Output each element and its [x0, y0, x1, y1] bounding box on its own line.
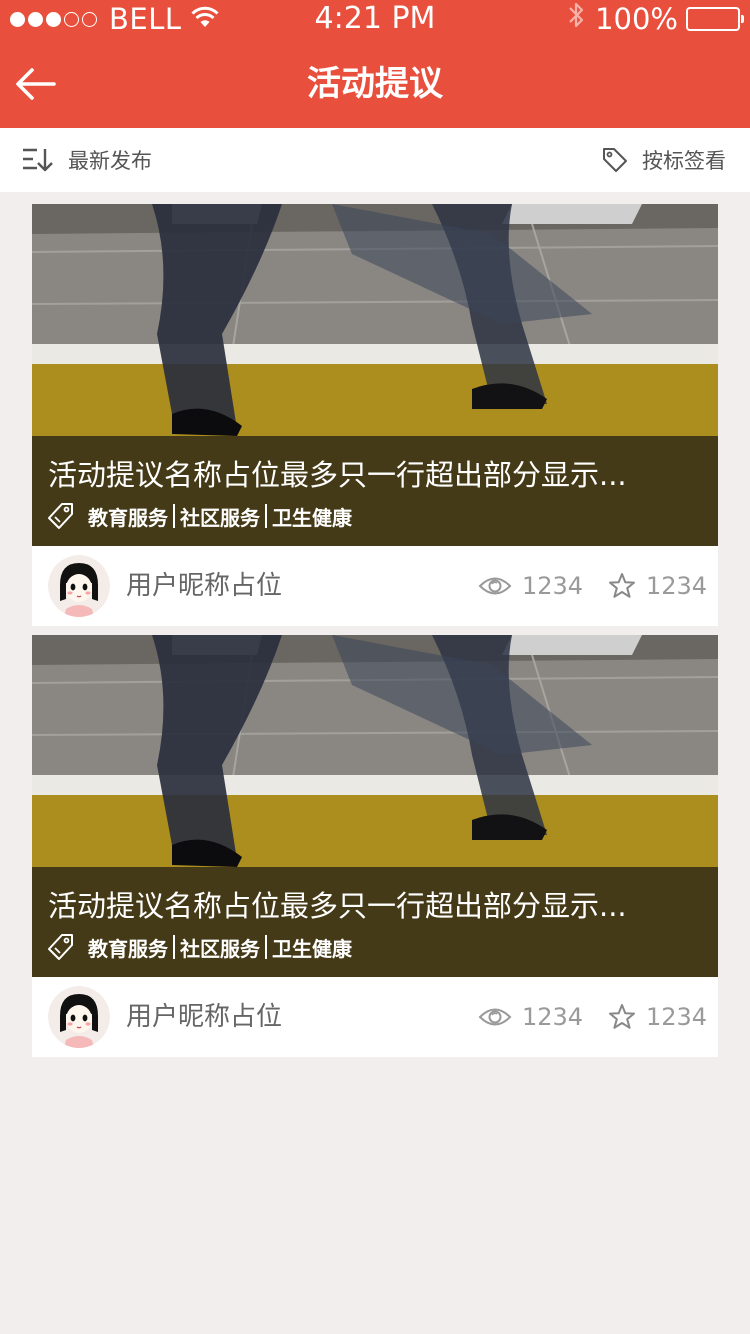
tag-list: 教育服务 社区服务 卫生健康 [48, 501, 352, 531]
tag-label[interactable]: 教育服务 [88, 502, 168, 531]
status-bar: BELL 4:21 PM 100% [0, 0, 750, 40]
view-count-value: 1234 [522, 1003, 584, 1031]
favorite-count-value: 1234 [646, 572, 708, 600]
card-footer: 用户昵称占位 1234 1234 [32, 977, 718, 1057]
sort-label: 最新发布 [68, 149, 152, 173]
app-header: BELL 4:21 PM 100% 活动提议 [0, 0, 750, 128]
view-count: 1234 [478, 977, 583, 1057]
tag-separator [173, 504, 175, 528]
sort-desc-icon [23, 148, 53, 172]
username[interactable]: 用户昵称占位 [126, 977, 282, 1057]
favorite-count-value: 1234 [646, 1003, 708, 1031]
star-icon [609, 573, 635, 598]
card-title: 活动提议名称占位最多只一行超出部分显示... [48, 458, 627, 492]
tag-label[interactable]: 卫生健康 [272, 502, 352, 531]
back-button[interactable] [14, 62, 58, 106]
username[interactable]: 用户昵称占位 [126, 546, 282, 626]
tag-label[interactable]: 社区服务 [180, 502, 260, 531]
proposal-card[interactable]: 活动提议名称占位最多只一行超出部分显示... 教育服务 社区服务 卫生健康 用户… [32, 204, 718, 626]
card-footer: 用户昵称占位 1234 1234 [32, 546, 718, 626]
sort-button[interactable]: 最新发布 [22, 128, 152, 192]
tag-separator [265, 935, 267, 959]
card-title: 活动提议名称占位最多只一行超出部分显示... [48, 889, 627, 923]
tag-separator [173, 935, 175, 959]
card-caption: 活动提议名称占位最多只一行超出部分显示... 教育服务 社区服务 卫生健康 [32, 867, 718, 977]
tag-icon [48, 934, 73, 960]
eye-icon [478, 1008, 512, 1026]
favorite-count[interactable]: 1234 [608, 546, 707, 626]
view-count-value: 1234 [522, 572, 584, 600]
tag-separator [265, 504, 267, 528]
card-photo: 活动提议名称占位最多只一行超出部分显示... 教育服务 社区服务 卫生健康 [32, 635, 718, 977]
arrow-left-icon [16, 68, 56, 100]
favorite-count[interactable]: 1234 [608, 977, 707, 1057]
filter-bar: 最新发布 按标签看 [0, 128, 750, 192]
tag-label[interactable]: 社区服务 [180, 933, 260, 962]
battery-status: 100% [567, 0, 744, 39]
view-count: 1234 [478, 546, 583, 626]
bluetooth-icon [567, 0, 585, 39]
tag-icon [48, 503, 73, 529]
tag-label[interactable]: 卫生健康 [272, 933, 352, 962]
filter-by-tag-label: 按标签看 [642, 149, 726, 173]
card-photo: 活动提议名称占位最多只一行超出部分显示... 教育服务 社区服务 卫生健康 [32, 204, 718, 546]
tag-list: 教育服务 社区服务 卫生健康 [48, 932, 352, 962]
tag-icon [603, 148, 627, 172]
eye-icon [478, 577, 512, 595]
avatar[interactable] [48, 986, 110, 1048]
proposal-card[interactable]: 活动提议名称占位最多只一行超出部分显示... 教育服务 社区服务 卫生健康 用户… [32, 635, 718, 1057]
tag-label[interactable]: 教育服务 [88, 933, 168, 962]
battery-icon [686, 7, 744, 31]
page-title: 活动提议 [307, 64, 443, 104]
card-caption: 活动提议名称占位最多只一行超出部分显示... 教育服务 社区服务 卫生健康 [32, 436, 718, 546]
star-icon [609, 1004, 635, 1029]
battery-percent: 100% [595, 2, 678, 36]
filter-by-tag-button[interactable]: 按标签看 [602, 128, 726, 192]
avatar[interactable] [48, 555, 110, 617]
nav-bar: 活动提议 [0, 40, 750, 128]
